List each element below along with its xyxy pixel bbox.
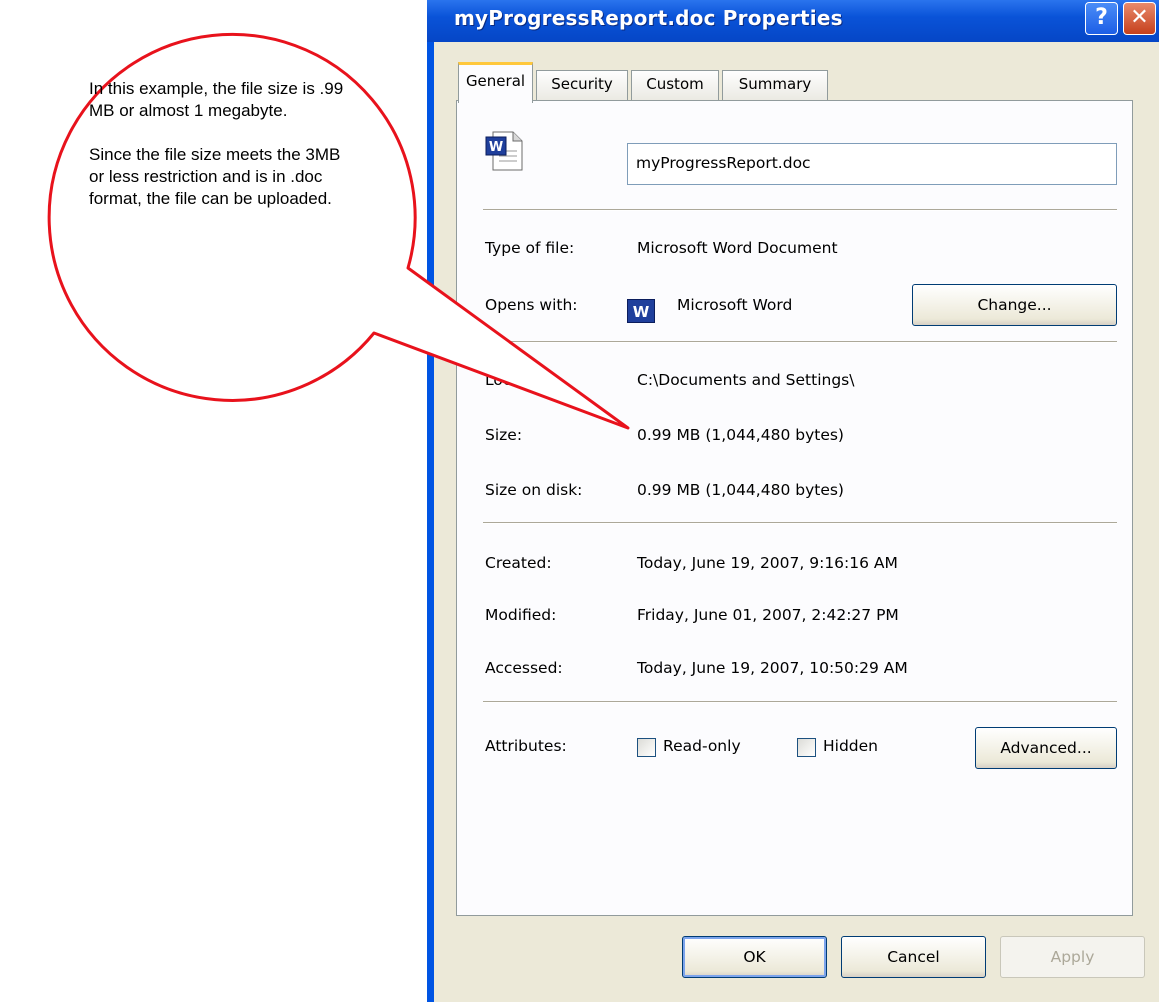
change-button[interactable]: Change... (912, 284, 1117, 326)
window-title: myProgressReport.doc Properties (454, 6, 843, 30)
tab-summary[interactable]: Summary (722, 70, 828, 100)
modified-label: Modified: (485, 606, 557, 624)
close-button[interactable]: ✕ (1123, 2, 1156, 35)
svg-text:W: W (633, 303, 650, 321)
opens-with-label: Opens with: (485, 296, 578, 314)
separator (483, 522, 1117, 524)
separator (483, 209, 1117, 211)
properties-window: myProgressReport.doc Properties ? ✕ Gene… (427, 0, 1159, 1002)
dialog-client-area: General Security Custom Summary W myProg… (434, 42, 1159, 1002)
modified-value: Friday, June 01, 2007, 2:42:27 PM (637, 606, 899, 624)
opens-with-value: Microsoft Word (677, 296, 793, 314)
type-value: Microsoft Word Document (637, 239, 838, 257)
type-label: Type of file: (485, 239, 575, 257)
location-label: Location: (485, 371, 556, 389)
location-value: C:\Documents and Settings\ (637, 371, 855, 389)
size-on-disk-value: 0.99 MB (1,044,480 bytes) (637, 481, 844, 499)
callout-paragraph-1: In this example, the file size is .99 MB… (89, 79, 344, 120)
title-bar[interactable]: myProgressReport.doc Properties ? ✕ (427, 0, 1159, 42)
read-only-label[interactable]: Read-only (663, 737, 741, 755)
advanced-button[interactable]: Advanced... (975, 727, 1117, 769)
size-value: 0.99 MB (1,044,480 bytes) (637, 426, 844, 444)
callout-text: In this example, the file size is .99 MB… (89, 78, 359, 232)
general-tab-panel: W myProgressReport.doc Type of file: Mic… (456, 100, 1133, 916)
tab-custom[interactable]: Custom (631, 70, 719, 100)
close-icon: ✕ (1130, 5, 1149, 30)
apply-button[interactable]: Apply (1000, 936, 1145, 978)
tab-security[interactable]: Security (536, 70, 628, 100)
file-name-value: myProgressReport.doc (636, 154, 811, 172)
cancel-button[interactable]: Cancel (841, 936, 986, 978)
tab-general[interactable]: General (458, 62, 533, 103)
callout-paragraph-2: Since the file size meets the 3MB or les… (89, 145, 341, 208)
word-app-icon: W (627, 299, 655, 323)
size-label: Size: (485, 426, 523, 444)
word-document-icon: W (485, 131, 523, 171)
hidden-checkbox[interactable] (797, 738, 816, 757)
accessed-label: Accessed: (485, 659, 563, 677)
separator (483, 341, 1117, 343)
ok-button[interactable]: OK (682, 936, 827, 978)
help-icon: ? (1095, 5, 1108, 30)
file-name-field[interactable]: myProgressReport.doc (627, 143, 1117, 185)
created-value: Today, June 19, 2007, 9:16:16 AM (637, 554, 898, 572)
size-on-disk-label: Size on disk: (485, 481, 583, 499)
created-label: Created: (485, 554, 552, 572)
hidden-label[interactable]: Hidden (823, 737, 878, 755)
help-button[interactable]: ? (1085, 2, 1118, 35)
svg-text:W: W (489, 140, 503, 155)
attributes-label: Attributes: (485, 737, 567, 755)
accessed-value: Today, June 19, 2007, 10:50:29 AM (637, 659, 908, 677)
separator (483, 701, 1117, 703)
read-only-checkbox[interactable] (637, 738, 656, 757)
